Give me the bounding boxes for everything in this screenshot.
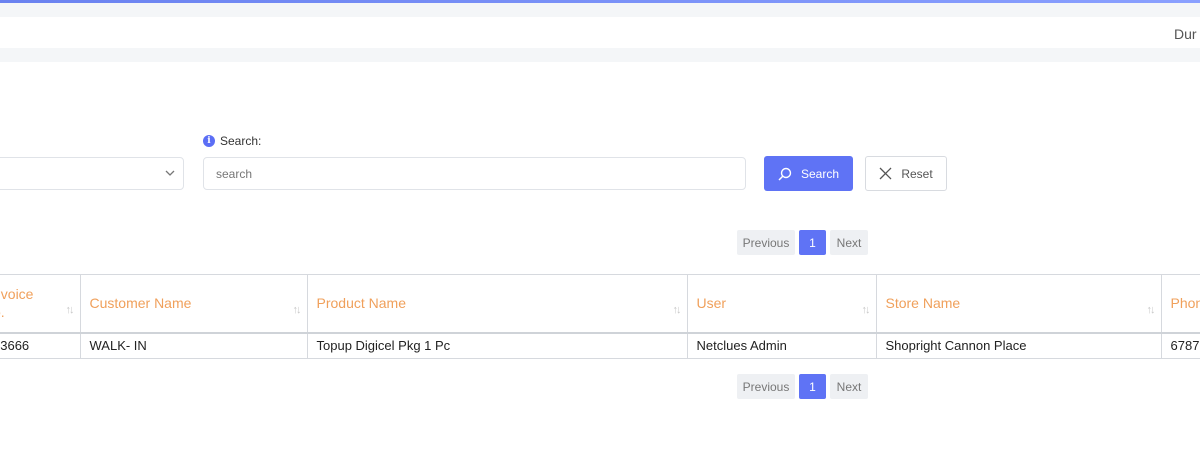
search-button-label: Search xyxy=(800,166,840,181)
table-cell-invoice: 73666 xyxy=(0,332,81,359)
column-header-label: Product Name xyxy=(316,295,406,312)
previous-page-button[interactable]: Previous xyxy=(737,374,795,399)
pagination-bottom: Previous 1 Next xyxy=(737,374,868,399)
header-band xyxy=(0,48,1200,62)
column-header-label: nvoice o. xyxy=(0,286,34,321)
sort-icon[interactable]: ↑↓ xyxy=(66,301,75,319)
next-page-button[interactable]: Next xyxy=(830,374,868,399)
info-icon: i xyxy=(203,135,215,147)
pagination-top: Previous 1 Next xyxy=(737,230,868,255)
sort-icon[interactable]: ↑↓ xyxy=(862,301,871,319)
next-page-button[interactable]: Next xyxy=(830,230,868,255)
search-label: i Search: xyxy=(203,134,261,148)
page-1-button[interactable]: 1 xyxy=(799,374,826,399)
page-1-button[interactable]: 1 xyxy=(799,230,826,255)
table-row: 73666 WALK- IN Topup Digicel Pkg 1 Pc Ne… xyxy=(0,332,1200,359)
column-header-label: Phon xyxy=(1170,295,1200,312)
column-header-phone[interactable]: Phon xyxy=(1161,274,1200,334)
column-header-store-name[interactable]: Store Name ↑↓ xyxy=(876,274,1162,334)
search-label-text: Search: xyxy=(220,134,262,148)
column-header-label: User xyxy=(696,295,727,312)
reset-button[interactable]: Reset xyxy=(865,156,947,191)
top-band xyxy=(0,3,1200,17)
chevron-down-icon xyxy=(165,170,175,176)
sort-icon[interactable]: ↑↓ xyxy=(1147,301,1156,319)
column-header-invoice[interactable]: nvoice o. ↑↓ xyxy=(0,274,81,334)
table-cell-store-name: Shopright Cannon Place xyxy=(876,332,1162,359)
table-cell-customer-name: WALK- IN xyxy=(80,332,308,359)
reset-button-label: Reset xyxy=(901,166,933,181)
column-header-product-name[interactable]: Product Name ↑↓ xyxy=(307,274,688,334)
search-button[interactable]: Search xyxy=(764,156,853,191)
table-cell-user: Netclues Admin xyxy=(687,332,877,359)
table-cell-product-name: Topup Digicel Pkg 1 Pc xyxy=(307,332,688,359)
column-header-user[interactable]: User ↑↓ xyxy=(687,274,877,334)
filter-select[interactable] xyxy=(0,157,184,190)
results-table: nvoice o. ↑↓ Customer Name ↑↓ Product Na… xyxy=(0,274,1200,359)
table-header-row: nvoice o. ↑↓ Customer Name ↑↓ Product Na… xyxy=(0,274,1200,334)
sort-icon[interactable]: ↑↓ xyxy=(673,301,682,319)
search-icon xyxy=(778,167,792,181)
previous-page-button[interactable]: Previous xyxy=(737,230,795,255)
table-cell-phone: 6787 xyxy=(1161,332,1200,359)
column-header-label: Store Name xyxy=(885,295,961,312)
header-text: Dur xyxy=(1174,26,1197,42)
column-header-label: Customer Name xyxy=(89,295,192,312)
close-icon xyxy=(879,167,892,180)
search-input[interactable] xyxy=(203,157,746,190)
column-header-customer-name[interactable]: Customer Name ↑↓ xyxy=(80,274,308,334)
page-header: Dur xyxy=(0,17,1200,48)
sort-icon[interactable]: ↑↓ xyxy=(293,301,302,319)
